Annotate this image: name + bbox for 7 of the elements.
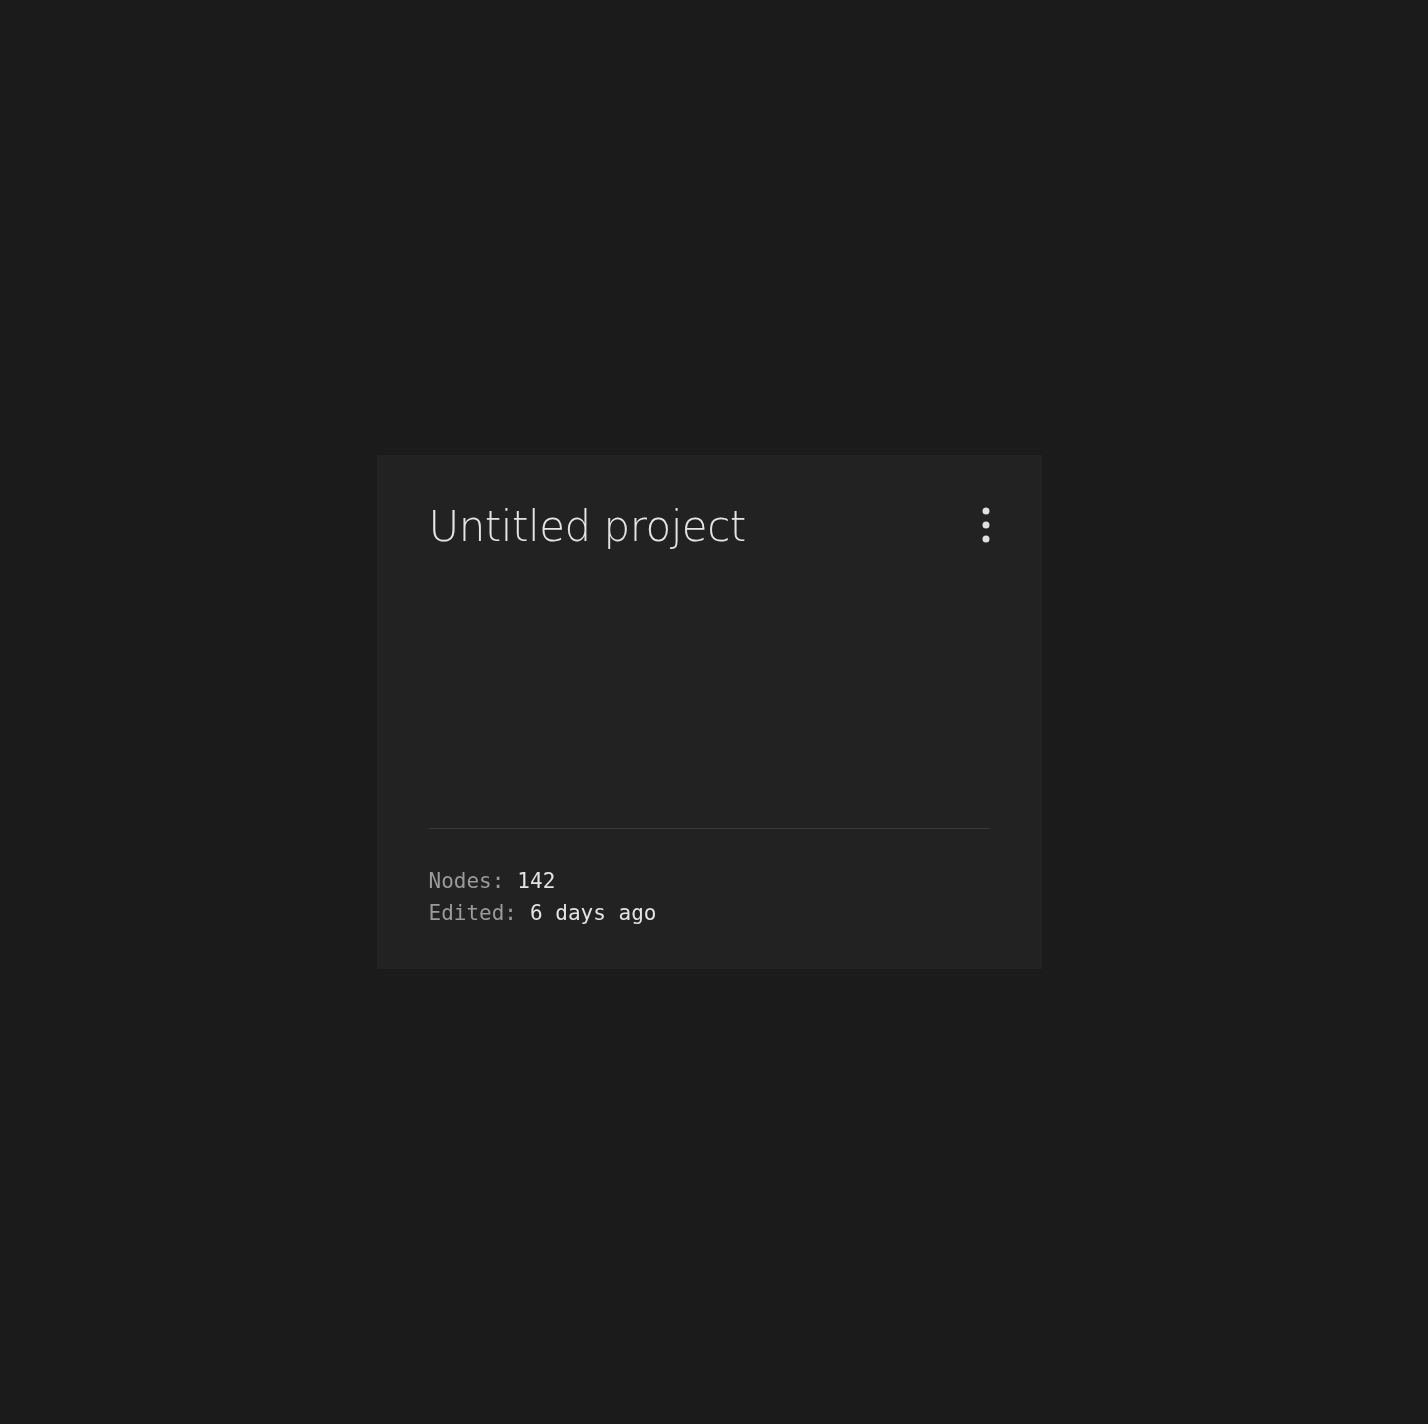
project-title: Untitled project <box>428 501 746 553</box>
meta-label: Nodes: <box>428 868 505 895</box>
meta-value: 6 days ago <box>530 900 657 927</box>
meta-value: 142 <box>517 868 556 895</box>
project-card[interactable]: Untitled project Nodes: 142 Edited: 6 days ago <box>376 455 1042 969</box>
meta-label: Edited: <box>428 900 517 927</box>
more-options-icon <box>981 507 990 543</box>
